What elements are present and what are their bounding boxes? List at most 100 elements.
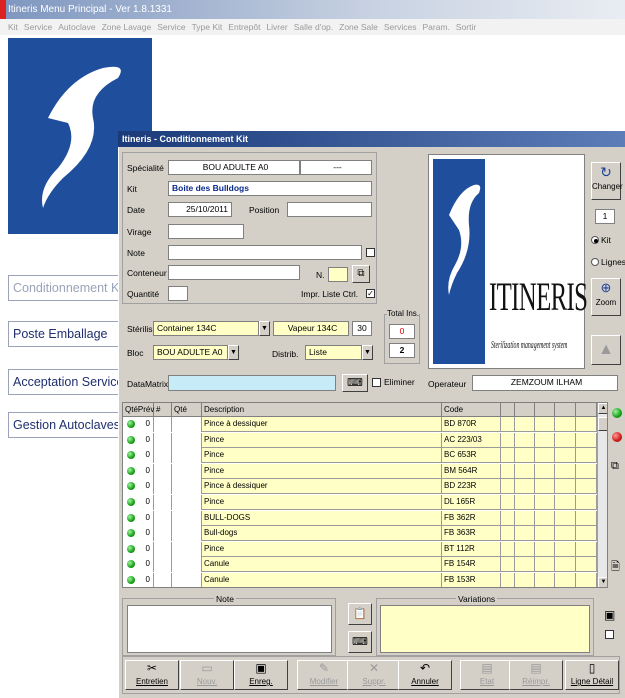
cell-col-8[interactable] — [555, 463, 576, 479]
table-row[interactable]: 0 Canule FB 153R — [123, 573, 597, 587]
table-row[interactable]: 0 Bull-dogs FB 363R — [123, 526, 597, 542]
red-status-icon[interactable] — [612, 432, 622, 442]
table-row[interactable]: 0 Pince à dessiquer BD 223R — [123, 479, 597, 495]
cell-col-8[interactable] — [555, 417, 576, 432]
table-row[interactable]: 0 Pince DL 165R — [123, 495, 597, 510]
cell-col-9[interactable] — [576, 448, 597, 464]
cell-col-5[interactable] — [501, 573, 515, 587]
cell-description[interactable]: Bull-dogs — [202, 526, 442, 542]
menu-item-11[interactable]: Param. — [422, 22, 449, 32]
toolbar-button-7[interactable]: ▤ Réimpr. — [509, 660, 563, 690]
cell-description[interactable]: Pince — [202, 448, 442, 464]
scroll-up-button[interactable]: ▲ — [598, 403, 607, 414]
cell-col-9[interactable] — [576, 510, 597, 526]
cell-col-6[interactable] — [515, 448, 535, 464]
side-button-poste-emballage[interactable]: Poste Emballage — [8, 321, 126, 347]
cell-code[interactable]: AC 223/03 — [442, 432, 501, 448]
table-row[interactable]: 0 Pince BC 653R — [123, 448, 597, 464]
copy-button[interactable]: ⧉ — [352, 265, 370, 283]
green-status-icon[interactable] — [612, 408, 622, 418]
col-header-description[interactable]: Description — [202, 403, 442, 416]
toolbar-button-1[interactable]: ▭ Nouv. — [180, 660, 234, 690]
warning-button[interactable]: ▲ — [591, 335, 621, 365]
cell-description[interactable]: Pince — [202, 495, 442, 510]
cell-description[interactable]: Canule — [202, 557, 442, 573]
cell-col-1[interactable] — [154, 526, 172, 542]
cell-qteprev[interactable]: 0 — [123, 432, 154, 448]
cell-col-6[interactable] — [515, 495, 535, 510]
menu-item-7[interactable]: Livrer — [266, 22, 287, 32]
menu-item-3[interactable]: Zone Lavage — [102, 22, 152, 32]
cell-col-1[interactable] — [154, 479, 172, 495]
cell-col-1[interactable] — [154, 463, 172, 479]
cell-qteprev[interactable]: 0 — [123, 541, 154, 557]
cell-col-1[interactable] — [154, 557, 172, 573]
cell-col-6[interactable] — [515, 510, 535, 526]
toolbar-button-4[interactable]: ✕ Suppr. — [347, 660, 401, 690]
cell-description[interactable]: Pince à dessiquer — [202, 479, 442, 495]
conteneur-field[interactable] — [168, 265, 300, 280]
cell-description[interactable]: Pince — [202, 463, 442, 479]
cell-qteprev[interactable]: 0 — [123, 495, 154, 510]
cell-description[interactable]: BULL-DOGS — [202, 510, 442, 526]
save-variation-icon[interactable]: ▣ — [604, 608, 615, 622]
specialite-secondary-field[interactable]: --- — [300, 160, 372, 175]
radio-kit[interactable] — [591, 236, 599, 244]
cell-col-8[interactable] — [555, 479, 576, 495]
kit-count-field[interactable]: 1 — [595, 209, 615, 224]
cell-col-5[interactable] — [501, 417, 515, 432]
scroll-thumb[interactable] — [598, 417, 607, 431]
cell-col-1[interactable] — [154, 417, 172, 432]
keyboard-button[interactable]: ⌨ — [342, 374, 368, 392]
cell-col-2[interactable] — [172, 417, 202, 432]
cell-qteprev[interactable]: 0 — [123, 510, 154, 526]
cell-col-2[interactable] — [172, 573, 202, 587]
col-header-extra-1[interactable] — [501, 403, 515, 416]
distrib-dropdown-button[interactable]: ▼ — [362, 345, 373, 360]
cell-code[interactable]: FB 362R — [442, 510, 501, 526]
cell-col-6[interactable] — [515, 463, 535, 479]
cell-col-1[interactable] — [154, 573, 172, 587]
table-row[interactable]: 0 Pince AC 223/03 — [123, 432, 597, 448]
changer-button[interactable]: ↻ Changer — [591, 162, 623, 200]
cell-col-5[interactable] — [501, 541, 515, 557]
cell-col-1[interactable] — [154, 541, 172, 557]
cell-col-7[interactable] — [535, 479, 555, 495]
cell-col-7[interactable] — [535, 541, 555, 557]
col-header-extra-4[interactable] — [555, 403, 576, 416]
virage-field[interactable] — [168, 224, 244, 239]
cell-col-2[interactable] — [172, 479, 202, 495]
cell-col-5[interactable] — [501, 448, 515, 464]
menu-item-9[interactable]: Zone Sale — [339, 22, 378, 32]
cell-col-6[interactable] — [515, 479, 535, 495]
cell-code[interactable]: BM 564R — [442, 463, 501, 479]
kit-field[interactable]: Boite des Bulldogs — [168, 181, 372, 196]
col-header-qte[interactable]: Qté — [172, 403, 202, 416]
document-search-icon[interactable]: 🗎 — [611, 558, 620, 577]
scroll-down-button[interactable]: ▼ — [598, 577, 607, 587]
cell-qteprev[interactable]: 0 — [123, 448, 154, 464]
specialite-field[interactable]: BOU ADULTE A0 — [168, 160, 300, 175]
cell-col-8[interactable] — [555, 448, 576, 464]
zoom-button[interactable]: ⊕ Zoom — [591, 278, 621, 316]
cell-col-8[interactable] — [555, 526, 576, 542]
cell-col-2[interactable] — [172, 432, 202, 448]
cell-col-1[interactable] — [154, 432, 172, 448]
cell-col-7[interactable] — [535, 526, 555, 542]
cell-col-2[interactable] — [172, 541, 202, 557]
cell-description[interactable]: Pince — [202, 541, 442, 557]
col-header-code[interactable]: Code — [442, 403, 501, 416]
cell-code[interactable]: BD 870R — [442, 417, 501, 432]
cell-col-9[interactable] — [576, 541, 597, 557]
side-button-conditionnement-kit[interactable]: Conditionnement Kit — [8, 275, 126, 301]
variation-edit-button[interactable]: 📋 — [348, 603, 372, 625]
note-checkbox[interactable] — [366, 248, 375, 257]
menu-item-5[interactable]: Type Kit — [192, 22, 223, 32]
cell-col-7[interactable] — [535, 417, 555, 432]
cell-code[interactable]: DL 165R — [442, 495, 501, 510]
table-row[interactable]: 0 Pince BT 112R — [123, 541, 597, 557]
cell-col-5[interactable] — [501, 526, 515, 542]
cell-col-8[interactable] — [555, 510, 576, 526]
cell-col-1[interactable] — [154, 510, 172, 526]
menu-item-12[interactable]: Sortir — [456, 22, 476, 32]
